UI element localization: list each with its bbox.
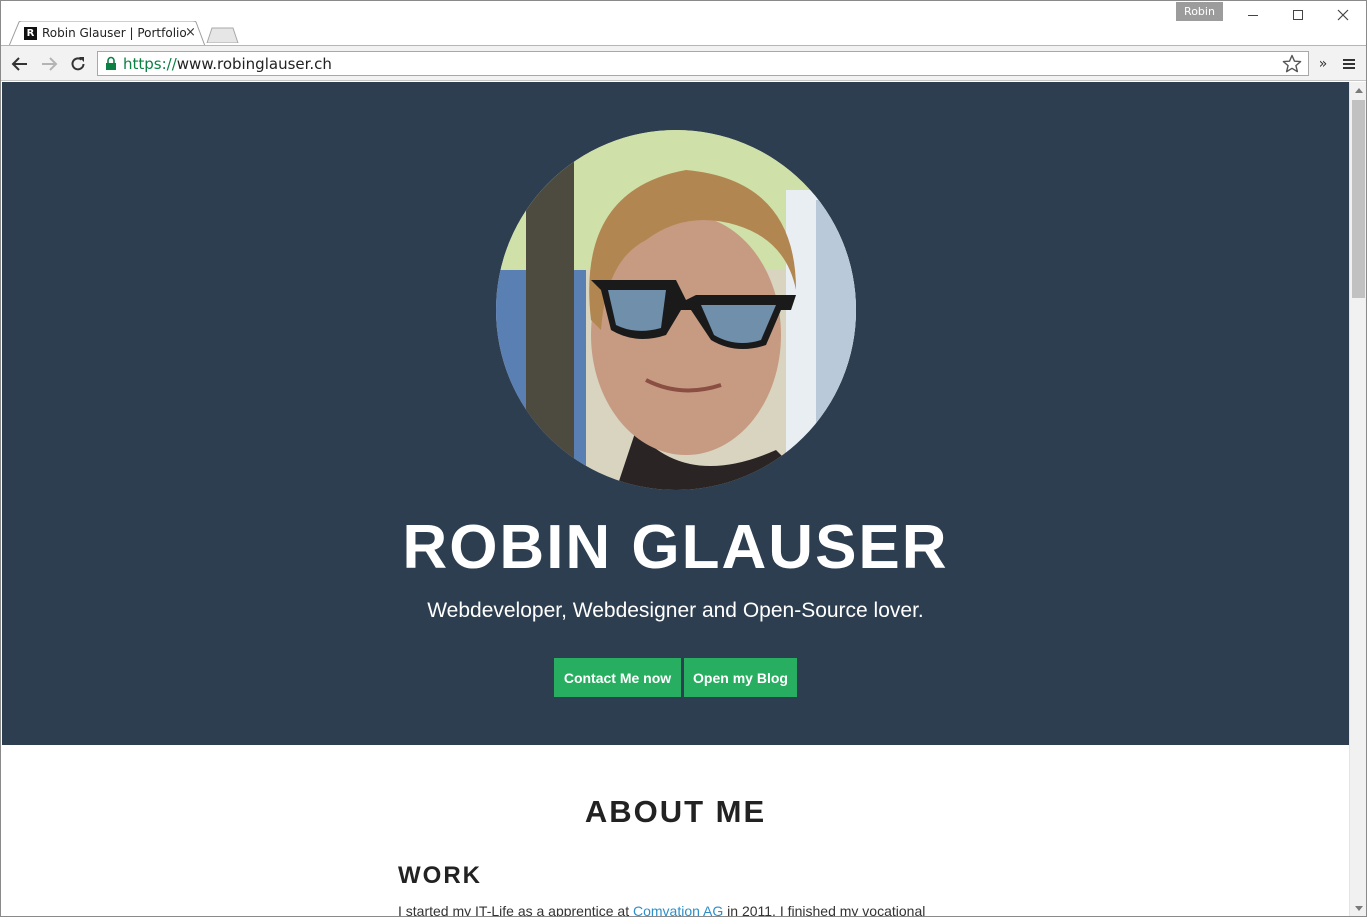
hero-tagline: Webdeveloper, Webdesigner and Open-Sourc… (427, 599, 924, 622)
browser-toolbar: https://www.robinglauser.ch » (1, 45, 1366, 81)
new-tab-icon (206, 27, 239, 44)
star-icon[interactable] (1282, 54, 1302, 74)
extensions-overflow-button[interactable]: » (1312, 53, 1334, 75)
url-host: www.robinglauser.ch (176, 55, 332, 73)
minimize-button[interactable] (1233, 3, 1273, 27)
back-arrow-icon (11, 57, 27, 71)
browser-window: R Robin Glauser | Portfolio × Robin http… (0, 0, 1367, 917)
tab-close-icon[interactable]: × (185, 25, 196, 40)
url-scheme: https:// (123, 55, 177, 73)
work-paragraph: I started my IT-Life as a apprentice at … (398, 903, 958, 917)
scroll-down-icon (1354, 906, 1363, 911)
menu-button[interactable] (1338, 53, 1360, 75)
comvation-link[interactable]: Comvation AG (633, 903, 723, 916)
reload-icon (71, 57, 85, 71)
work-text-end: in 2011. I finished my vocational (723, 903, 926, 917)
hamburger-menu-icon (1343, 59, 1355, 69)
reload-button[interactable] (67, 53, 89, 75)
maximize-button[interactable] (1278, 3, 1318, 27)
forward-arrow-icon (42, 57, 58, 71)
minimize-icon (1248, 14, 1258, 16)
address-bar[interactable]: https://www.robinglauser.ch (97, 51, 1309, 76)
hero-name: ROBIN GLAUSER (402, 513, 949, 582)
profile-photo-illustration (496, 130, 856, 490)
close-window-button[interactable] (1323, 3, 1363, 27)
tab-title: Robin Glauser | Portfolio (42, 26, 187, 40)
url-text[interactable]: https://www.robinglauser.ch (123, 55, 332, 73)
profile-photo (496, 130, 856, 490)
scrollbar-thumb[interactable] (1352, 100, 1365, 298)
back-button[interactable] (9, 53, 31, 75)
vertical-scrollbar[interactable] (1349, 82, 1366, 916)
title-bar: R Robin Glauser | Portfolio × Robin (1, 1, 1366, 46)
favicon-icon: R (24, 27, 37, 40)
contact-button[interactable]: Contact Me now (554, 658, 681, 697)
scroll-down-arrow[interactable] (1350, 900, 1366, 916)
active-tab[interactable]: R Robin Glauser | Portfolio × (9, 21, 205, 46)
lock-icon (106, 56, 116, 70)
profile-badge[interactable]: Robin (1176, 2, 1223, 21)
work-heading: WORK (398, 862, 482, 889)
page-viewport: ROBIN GLAUSER Webdeveloper, Webdesigner … (2, 82, 1349, 917)
new-tab-button[interactable] (205, 27, 241, 44)
open-blog-button[interactable]: Open my Blog (684, 658, 797, 697)
about-heading: ABOUT ME (584, 794, 767, 829)
maximize-icon (1293, 10, 1303, 20)
scroll-up-arrow[interactable] (1350, 82, 1366, 99)
forward-button[interactable] (38, 53, 60, 75)
close-icon (1337, 9, 1349, 21)
scroll-up-icon (1354, 88, 1363, 93)
work-text-start: I started my IT-Life as a apprentice at (398, 903, 633, 917)
hero-section: ROBIN GLAUSER Webdeveloper, Webdesigner … (2, 82, 1349, 745)
